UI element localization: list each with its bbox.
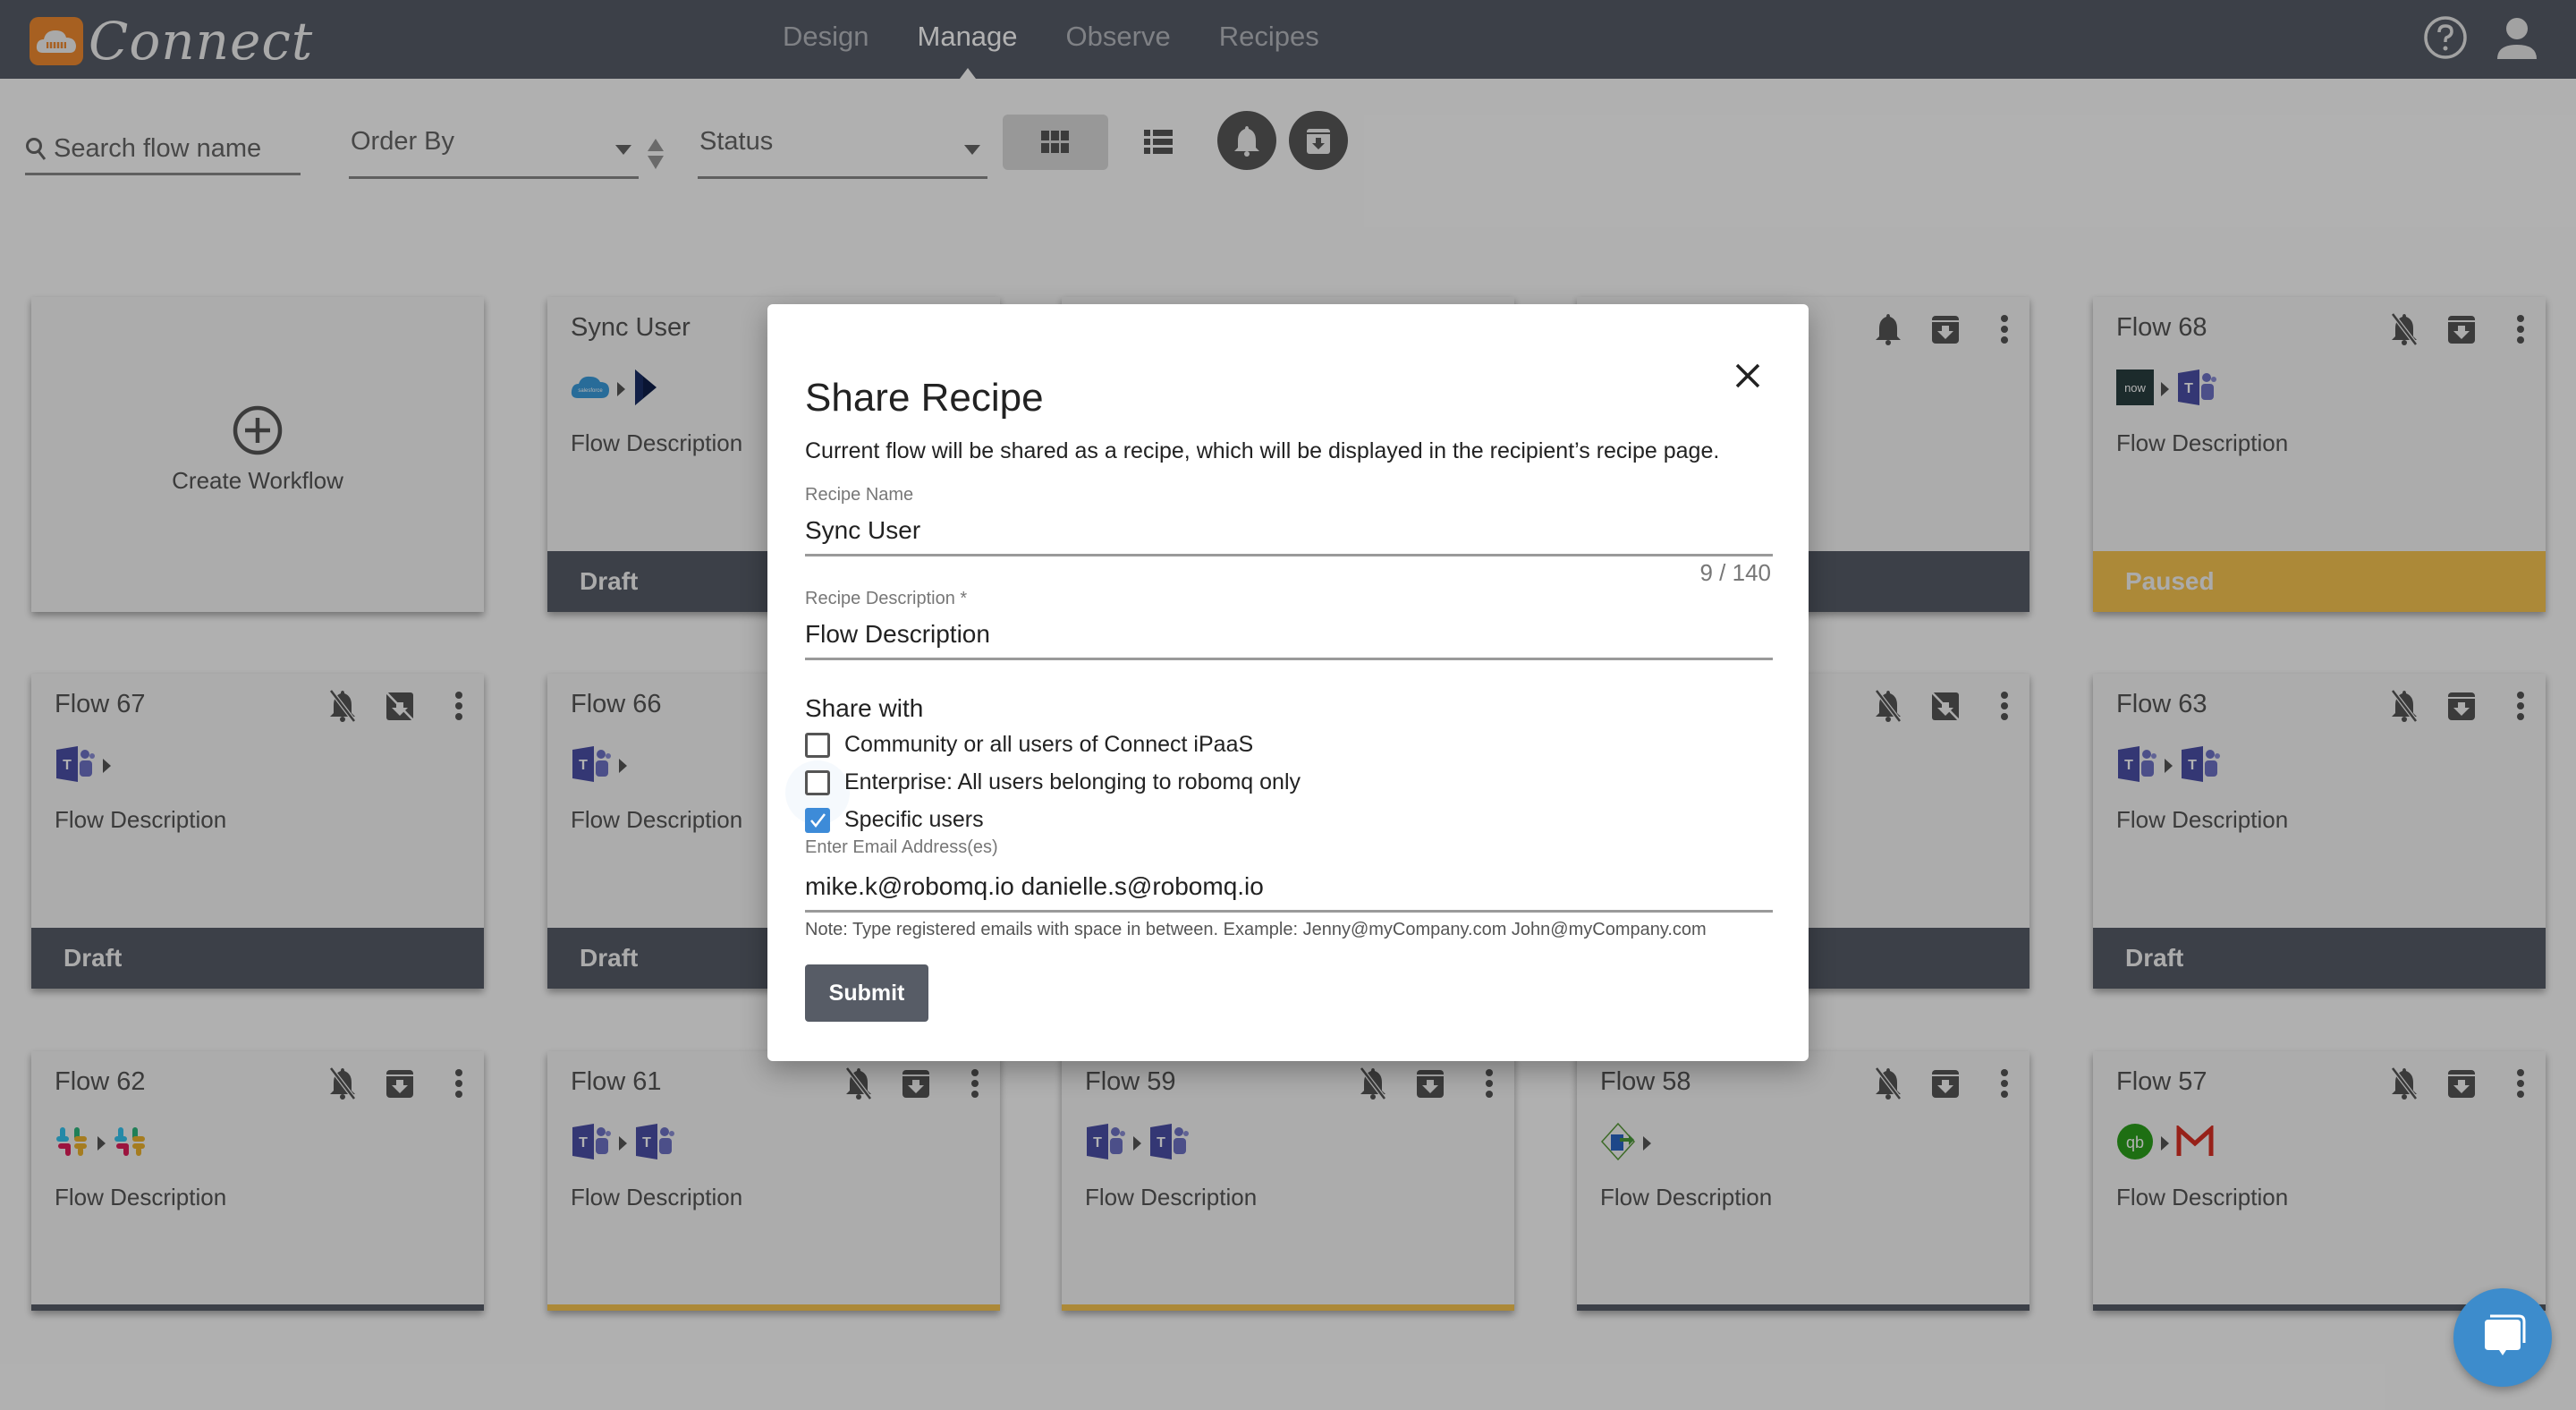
close-icon[interactable] [1732,360,1764,392]
submit-button[interactable]: Submit [805,964,928,1022]
share-option-specific-users[interactable]: Specific users [805,807,984,833]
share-recipe-dialog: Share Recipe Current flow will be shared… [767,304,1809,1061]
email-label: Enter Email Address(es) [805,837,998,857]
checkbox[interactable] [805,769,830,795]
recipe-description-underline [805,658,1773,660]
recipe-description-input[interactable]: Flow Description [805,620,1773,658]
recipe-name-label: Recipe Name [805,485,914,505]
recipe-name-field[interactable]: Recipe Name Sync User [805,485,1773,556]
recipe-name-counter: 9 / 140 [1699,559,1771,586]
share-option-enterprise[interactable]: Enterprise: All users belonging to robom… [805,769,1301,795]
checkbox[interactable] [805,732,830,758]
chat-bubble-icon [2485,1314,2526,1355]
recipe-name-underline [805,554,1773,556]
email-input[interactable]: mike.k@robomq.io danielle.s@robomq.io [805,872,1773,910]
share-option-community[interactable]: Community or all users of Connect iPaaS [805,732,1253,758]
chat-support-button[interactable] [2453,1288,2552,1387]
share-option-label: Specific users [844,807,984,832]
share-option-label: Community or all users of Connect iPaaS [844,732,1254,757]
recipe-name-input[interactable]: Sync User [805,516,1773,554]
share-option-label: Enterprise: All users belonging to robom… [844,769,1301,794]
email-underline [805,910,1773,913]
check-icon [810,812,826,828]
share-with-label: Share with [805,694,924,722]
recipe-description-field[interactable]: Recipe Description * Flow Description [805,589,1773,660]
email-field[interactable]: Enter Email Address(es) mike.k@robomq.io… [805,837,1773,913]
email-note: Note: Type registered emails with space … [805,920,1707,939]
dialog-title: Share Recipe [805,376,1044,420]
checkbox-checked[interactable] [805,807,830,833]
dialog-subtitle: Current flow will be shared as a recipe,… [805,438,1720,463]
recipe-description-label: Recipe Description * [805,589,968,608]
